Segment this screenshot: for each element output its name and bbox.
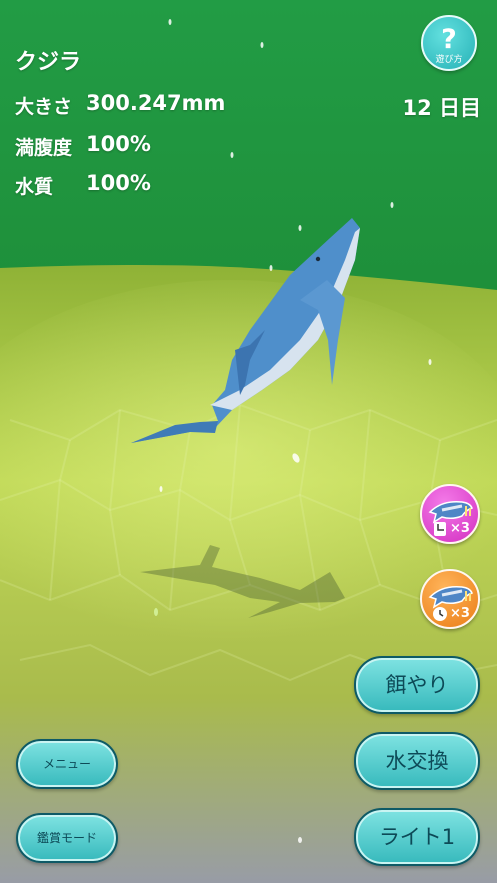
size-label: 大きさ xyxy=(15,96,73,118)
time-boost-multiplier: ×3 xyxy=(450,606,470,621)
how-to-play-label: 遊び方 xyxy=(435,55,463,65)
light-button[interactable]: ライト1 xyxy=(354,808,480,866)
tap-boost-multiplier: ×3 xyxy=(450,521,470,536)
viewing-mode-button[interactable]: 鑑賞モード xyxy=(16,813,118,863)
how-to-play-button[interactable]: ? 遊び方 xyxy=(421,15,477,71)
water-change-button[interactable]: 水交換 xyxy=(354,732,480,790)
fullness-label: 満腹度 xyxy=(15,137,73,159)
size-value: 300.247mm xyxy=(86,91,226,115)
menu-button[interactable]: メニュー xyxy=(16,739,118,789)
tap-growth-boost-button[interactable]: ×3 xyxy=(420,484,480,544)
feed-button[interactable]: 餌やり xyxy=(354,656,480,714)
fullness-value: 100% xyxy=(86,132,151,156)
question-mark-icon: ? xyxy=(441,24,457,55)
water-quality-label: 水質 xyxy=(15,176,54,198)
day-counter: 12 日目 xyxy=(402,96,481,120)
water-quality-value: 100% xyxy=(86,171,151,195)
creature-name: クジラ xyxy=(15,50,82,75)
time-growth-boost-button[interactable]: ×3 xyxy=(420,569,480,629)
